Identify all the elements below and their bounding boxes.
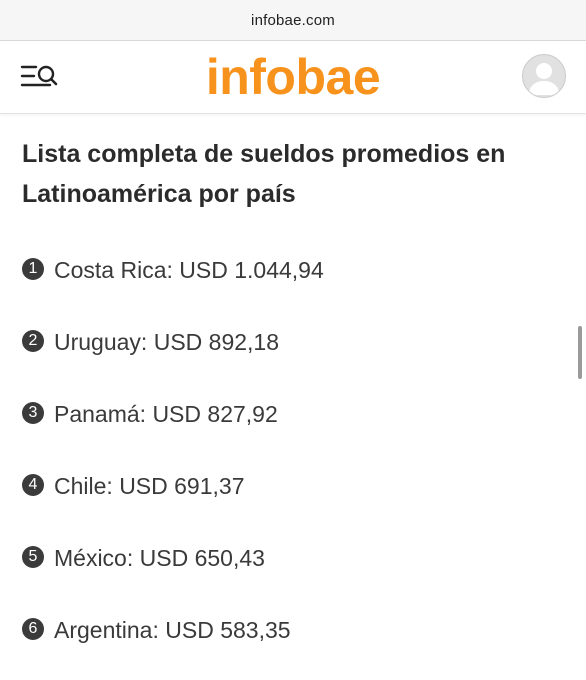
rank-number-badge: 4 — [22, 474, 44, 496]
rank-number-badge: 6 — [22, 618, 44, 640]
scrollbar-thumb[interactable] — [578, 326, 582, 379]
rank-text: Panamá: USD 827,92 — [54, 401, 278, 427]
site-logo[interactable]: infobae — [0, 49, 586, 105]
rank-text: Argentina: USD 583,35 — [54, 617, 291, 643]
salary-ranking-list: 1 Costa Rica: USD 1.044,94 2 Uruguay: US… — [22, 248, 552, 680]
list-item: 6 Argentina: USD 583,35 — [22, 608, 552, 680]
browser-address-bar[interactable]: infobae.com — [0, 0, 586, 41]
rank-number-badge: 5 — [22, 546, 44, 568]
rank-number-badge: 2 — [22, 330, 44, 352]
site-header: infobae — [0, 41, 586, 114]
user-avatar-icon[interactable] — [522, 54, 566, 98]
rank-text: Chile: USD 691,37 — [54, 473, 245, 499]
rank-text: Uruguay: USD 892,18 — [54, 329, 280, 355]
url-text[interactable]: infobae.com — [251, 12, 335, 29]
rank-text: Costa Rica: USD 1.044,94 — [54, 257, 324, 283]
article-headline: Lista completa de sueldos promedios en L… — [22, 140, 506, 208]
list-item: 4 Chile: USD 691,37 — [22, 464, 552, 536]
rank-number-badge: 3 — [22, 402, 44, 424]
list-item: 1 Costa Rica: USD 1.044,94 — [22, 248, 552, 320]
list-item: 3 Panamá: USD 827,92 — [22, 392, 552, 464]
rank-number-badge: 1 — [22, 258, 44, 280]
rank-text: México: USD 650,43 — [54, 545, 265, 571]
list-item: 2 Uruguay: USD 892,18 — [22, 320, 552, 392]
list-item: 5 México: USD 650,43 — [22, 536, 552, 608]
